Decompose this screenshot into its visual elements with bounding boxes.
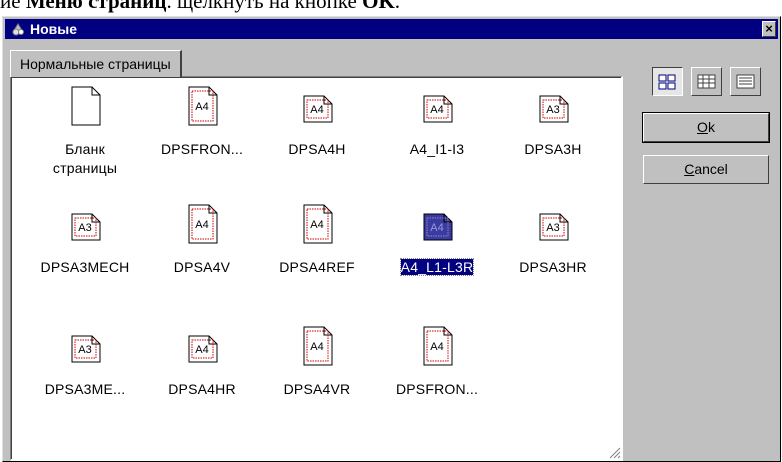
page-template-icon: A4 — [188, 204, 218, 244]
ok-label: k — [707, 119, 715, 135]
caption-text: ие Меню страниц. щелкнуть на кнопке OK. — [0, 0, 401, 13]
new-pages-dialog: Новые × Нормальные страницы Бланк страни… — [2, 16, 781, 462]
resize-grip-icon[interactable] — [607, 445, 621, 459]
page-size-badge: A4 — [430, 222, 443, 234]
page-size-badge: A4 — [430, 341, 443, 353]
page-size-badge: A3 — [546, 222, 559, 234]
page-template-label: DPSA4HR — [168, 381, 236, 397]
list-icon — [736, 74, 755, 89]
page-size-badge: A4 — [195, 344, 208, 356]
page-template-icon: A4 — [423, 326, 453, 366]
page-template-label: A4_I1-I3 — [409, 141, 465, 157]
page-template-icon: A4 — [303, 95, 333, 123]
page-template-icon: A4 — [188, 86, 218, 126]
page-size-badge: A4 — [310, 219, 323, 231]
page-size-badge: A3 — [78, 222, 91, 234]
page-list-frame: Бланк страницы A4 DPSFRON... A4 DPSA4H A4 A4_I… — [11, 77, 621, 459]
window-title: Новые — [30, 21, 78, 37]
page-template-label: Бланк страницы — [52, 141, 118, 176]
page-template-label: DPSA3H — [524, 141, 582, 157]
cancel-label: ancel — [694, 161, 728, 177]
title-bar[interactable]: Новые × — [5, 19, 778, 39]
close-button[interactable]: × — [762, 21, 776, 37]
page-template-label: DPSA3HR — [519, 259, 587, 275]
page-template-icon: A4 — [188, 335, 218, 363]
page-template-label: DPSA4REF — [279, 259, 355, 275]
page-template-label: DPSFRON... — [160, 141, 244, 157]
page-template-icon: A4 — [423, 213, 453, 241]
page-template-label: DPSA4H — [288, 141, 346, 157]
page-template-icon: A3 — [539, 95, 569, 123]
page-size-badge: A4 — [430, 104, 443, 116]
page-size-badge: A4 — [195, 219, 208, 231]
page-size-badge: A3 — [546, 104, 559, 116]
page-template-label: DPSA4VR — [283, 381, 351, 397]
page-template-icon: A3 — [71, 213, 101, 241]
page-template-icon: A3 — [71, 335, 101, 363]
page-template-label: DPSA3ME... — [44, 381, 126, 397]
tab-normal-pages[interactable]: Нормальные страницы — [10, 50, 182, 77]
page-size-badge: A3 — [78, 344, 91, 356]
page-size-badge: A4 — [310, 341, 323, 353]
page-list[interactable]: Бланк страницы A4 DPSFRON... A4 DPSA4H A4 A4_I… — [10, 76, 623, 461]
page-template-icon: A4 — [303, 326, 333, 366]
app-icon — [12, 23, 24, 36]
page-template-icon — [71, 86, 101, 126]
ok-mnemonic: O — [697, 119, 708, 135]
cancel-button[interactable]: Cancel — [643, 155, 769, 184]
large-icons-icon — [658, 74, 676, 90]
large-icons-view-button[interactable] — [652, 67, 683, 96]
page-template-label: DPSA3MECH — [40, 259, 130, 275]
page-template-icon: A4 — [423, 95, 453, 123]
page-size-badge: A4 — [195, 101, 208, 113]
ok-button[interactable]: Ok — [642, 112, 770, 143]
small-icons-icon — [697, 74, 716, 89]
page-size-badge: A4 — [310, 104, 323, 116]
page-template-label: A4_L1-L3R — [399, 258, 475, 276]
page-template-icon: A3 — [539, 213, 569, 241]
close-icon: × — [765, 21, 773, 36]
cancel-mnemonic: C — [684, 161, 695, 177]
page-template-label: DPSA4V — [173, 259, 231, 275]
page-template-label: DPSFRON... — [395, 381, 479, 397]
list-view-button[interactable] — [730, 67, 761, 96]
page-template-icon: A4 — [303, 204, 333, 244]
small-icons-view-button[interactable] — [691, 67, 722, 96]
